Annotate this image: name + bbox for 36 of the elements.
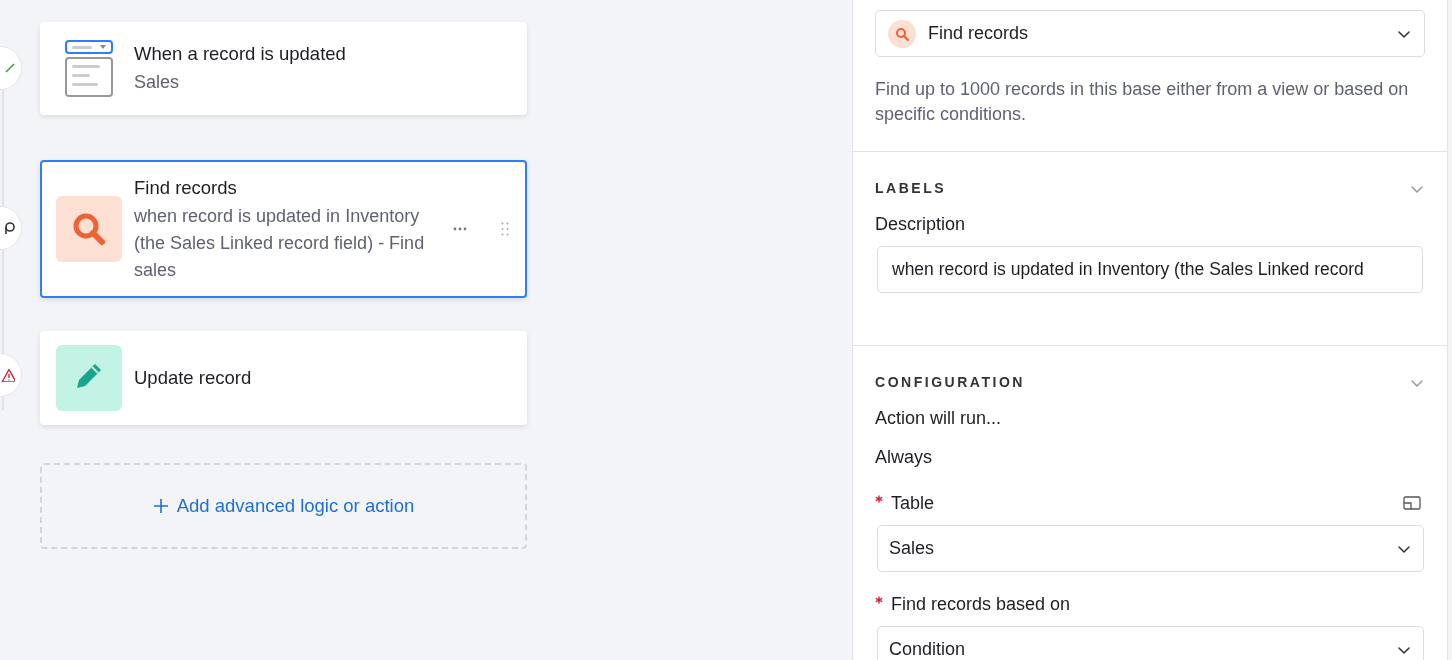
magnifier-icon — [895, 26, 909, 41]
action-description: Find up to 1000 records in this base either from a view or based on specific conditions. — [875, 78, 1410, 126]
step-title: Update record — [134, 366, 253, 390]
section-heading: LABELS — [875, 179, 947, 198]
more-icon[interactable] — [453, 227, 468, 231]
dropdown-value: Condition — [889, 638, 967, 660]
glyph-icon — [5, 221, 15, 235]
dropdown-value: Sales — [889, 537, 936, 560]
table-dropdown[interactable]: Condition — [877, 626, 1424, 660]
step-card[interactable]: Find records when record is updated in Inventory (the Sales Linked record field) - Find sales — [40, 160, 527, 298]
field-label: Find records based on — [891, 592, 1072, 616]
step-subtitle: Sales — [134, 71, 181, 94]
magnifier-icon — [72, 212, 106, 246]
drag-handle-icon[interactable] — [501, 222, 509, 236]
step-subtitle: when record is updated in Inventory (the Sales Linked record field) - Find sales — [134, 204, 426, 282]
step-card[interactable]: When a record is updated Sales — [40, 22, 527, 115]
plus-icon — [152, 498, 169, 514]
step-title: When a record is updated — [134, 42, 347, 66]
field-value: Always — [875, 446, 933, 469]
table-dropdown[interactable]: Sales — [877, 525, 1424, 572]
check-icon — [5, 62, 15, 74]
section-heading: CONFIGURATION — [875, 373, 1025, 392]
dropdown-value: Find records — [928, 22, 1030, 45]
description-input[interactable]: when record is updated in Inventory (the Sales Linked record — [877, 246, 1423, 293]
field-label: Description — [875, 213, 967, 236]
required-asterisk-icon — [875, 495, 883, 503]
layout-icon[interactable] — [1403, 496, 1421, 510]
step-title: Find records — [134, 175, 238, 200]
action-dropdown[interactable]: Find records — [875, 10, 1425, 57]
step-card[interactable]: Update record — [40, 331, 527, 425]
warning-icon — [1, 368, 15, 382]
required-asterisk-icon — [875, 596, 883, 604]
field-label: Action will run... — [875, 407, 1003, 430]
form-icon — [64, 39, 114, 98]
field-label: Table — [891, 491, 936, 515]
add-action-button[interactable]: Add advanced logic or action — [40, 463, 527, 549]
